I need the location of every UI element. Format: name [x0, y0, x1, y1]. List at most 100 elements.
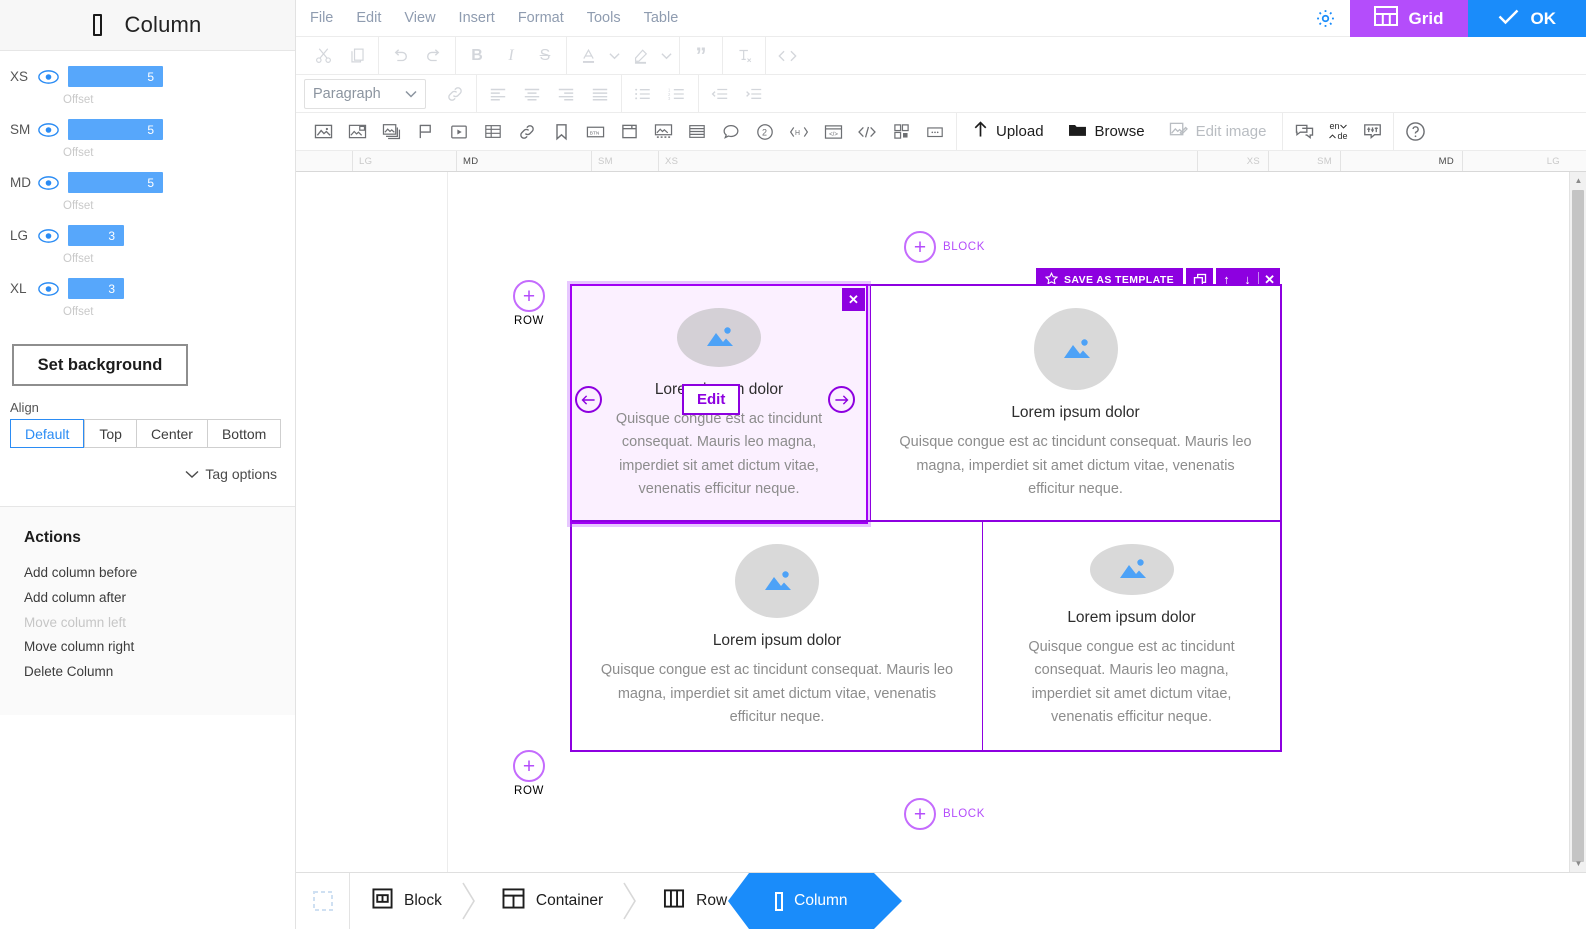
- select-area-icon[interactable]: [296, 873, 350, 929]
- align-right-icon[interactable]: [549, 77, 583, 111]
- action-move-column-right[interactable]: Move column right: [24, 635, 295, 660]
- column-width-slider-xl[interactable]: 3: [68, 278, 124, 299]
- copy-icon[interactable]: [340, 39, 374, 73]
- source-code-icon[interactable]: [770, 39, 804, 73]
- column-width-slider-md[interactable]: 5: [68, 172, 163, 193]
- offset-label-lg[interactable]: Offset: [0, 249, 295, 275]
- image-gallery-icon[interactable]: [340, 115, 374, 149]
- eye-icon[interactable]: [34, 175, 62, 190]
- help-icon[interactable]: [1398, 115, 1432, 149]
- outdent-icon[interactable]: [703, 77, 737, 111]
- ruler-segment-sm-left[interactable]: SM: [592, 151, 659, 171]
- undo-icon[interactable]: [383, 39, 417, 73]
- ruler-segment-sm-right[interactable]: SM: [1269, 151, 1341, 171]
- close-icon[interactable]: ✕: [842, 288, 865, 311]
- action-add-column-after[interactable]: Add column after: [24, 586, 295, 611]
- offset-label-md[interactable]: Offset: [0, 196, 295, 222]
- button-icon[interactable]: BTN: [578, 115, 612, 149]
- scroll-down-icon[interactable]: ▼: [1570, 855, 1586, 872]
- add-row-top-button[interactable]: + ROW: [513, 280, 545, 327]
- language-switch-icon[interactable]: en de: [1321, 115, 1355, 149]
- scroll-up-icon[interactable]: ▲: [1570, 172, 1586, 189]
- menu-edit[interactable]: Edit: [347, 10, 390, 26]
- chevron-down-icon[interactable]: [605, 39, 623, 73]
- column-cell[interactable]: Lorem ipsum dolor Quisque congue est ac …: [572, 522, 982, 750]
- clear-formatting-icon[interactable]: [727, 39, 761, 73]
- text-color-icon[interactable]: [571, 39, 605, 73]
- add-row-bottom-button[interactable]: + ROW: [513, 750, 545, 797]
- offset-label-sm[interactable]: Offset: [0, 143, 295, 169]
- translate-settings-icon[interactable]: [1355, 115, 1389, 149]
- align-option-center[interactable]: Center: [135, 419, 207, 448]
- column-width-slider-lg[interactable]: 3: [68, 225, 124, 246]
- redo-icon[interactable]: [417, 39, 451, 73]
- bullet-list-icon[interactable]: [626, 77, 660, 111]
- highlight-color-icon[interactable]: [623, 39, 657, 73]
- qr-icon[interactable]: [884, 115, 918, 149]
- menu-table[interactable]: Table: [635, 10, 688, 26]
- breadcrumb-item-column[interactable]: Column: [728, 873, 903, 929]
- arrow-right-circle-icon[interactable]: [828, 386, 855, 413]
- indent-icon[interactable]: [737, 77, 771, 111]
- gear-icon[interactable]: [1302, 0, 1350, 37]
- image-stack-icon[interactable]: [374, 115, 408, 149]
- offset-label-xl[interactable]: Offset: [0, 302, 295, 328]
- flag-icon[interactable]: [408, 115, 442, 149]
- align-left-icon[interactable]: [481, 77, 515, 111]
- action-add-column-before[interactable]: Add column before: [24, 561, 295, 586]
- align-justify-icon[interactable]: [583, 77, 617, 111]
- action-delete-column[interactable]: Delete Column: [24, 660, 295, 685]
- media-icon[interactable]: [646, 115, 680, 149]
- column-width-slider-sm[interactable]: 5: [68, 119, 163, 140]
- browse-button[interactable]: Browse: [1056, 115, 1157, 149]
- menu-file[interactable]: File: [301, 10, 342, 26]
- canvas-scrollbar[interactable]: ▲ ▼: [1569, 172, 1586, 872]
- arrow-left-circle-icon[interactable]: [575, 386, 602, 413]
- edit-button[interactable]: Edit: [682, 384, 741, 415]
- menu-format[interactable]: Format: [509, 10, 573, 26]
- align-option-top[interactable]: Top: [84, 419, 136, 448]
- image-icon[interactable]: [306, 115, 340, 149]
- window-icon[interactable]: [612, 115, 646, 149]
- ruler-segment-md-right[interactable]: MD: [1341, 151, 1463, 171]
- chevron-down-icon[interactable]: [657, 39, 675, 73]
- align-center-icon[interactable]: [515, 77, 549, 111]
- align-option-default[interactable]: Default: [10, 419, 85, 448]
- scrollbar-thumb[interactable]: [1572, 190, 1584, 862]
- ruler-segment-xs-right[interactable]: XS: [1198, 151, 1269, 171]
- help-circle-icon[interactable]: 2: [748, 115, 782, 149]
- eye-icon[interactable]: [34, 281, 62, 296]
- table-icon[interactable]: [476, 115, 510, 149]
- breadcrumb-item-block[interactable]: Block: [350, 873, 458, 929]
- comment-icon[interactable]: [714, 115, 748, 149]
- ruler-segment-lg-left[interactable]: LG: [353, 151, 457, 171]
- menu-view[interactable]: View: [395, 10, 444, 26]
- bold-icon[interactable]: B: [460, 39, 494, 73]
- link-icon[interactable]: [438, 77, 472, 111]
- cut-icon[interactable]: [306, 39, 340, 73]
- menu-tools[interactable]: Tools: [578, 10, 630, 26]
- row-container[interactable]: Lorem ipsum dolor Quisque congue est ac …: [567, 281, 1282, 752]
- column-cell[interactable]: Lorem ipsum dolor Quisque congue est ac …: [870, 286, 1280, 522]
- offset-label-xs[interactable]: Offset: [0, 90, 295, 116]
- numbered-list-icon[interactable]: 123: [660, 77, 694, 111]
- video-icon[interactable]: [442, 115, 476, 149]
- ruler-segment-lg-right[interactable]: LG: [1463, 151, 1568, 171]
- ruler-segment-md-left[interactable]: MD: [457, 151, 592, 171]
- grid-button[interactable]: Grid: [1349, 0, 1468, 37]
- blockquote-icon[interactable]: ”: [684, 39, 718, 73]
- breadcrumb-item-container[interactable]: Container: [480, 873, 619, 929]
- ruler-segment-xs[interactable]: XS: [659, 151, 1198, 171]
- translate-chat-icon[interactable]: [1287, 115, 1321, 149]
- column-width-slider-xs[interactable]: 5: [68, 66, 163, 87]
- tag-options-toggle[interactable]: Tag options: [0, 448, 295, 482]
- strikethrough-icon[interactable]: S: [528, 39, 562, 73]
- more-icon[interactable]: [918, 115, 952, 149]
- html-tag-icon[interactable]: H: [782, 115, 816, 149]
- link-icon[interactable]: [510, 115, 544, 149]
- menu-insert[interactable]: Insert: [450, 10, 504, 26]
- column-cell[interactable]: Lorem ipsum dolor Quisque congue est ac …: [982, 522, 1280, 750]
- add-block-bottom-button[interactable]: + BLOCK: [904, 798, 985, 830]
- italic-icon[interactable]: I: [494, 39, 528, 73]
- align-option-bottom[interactable]: Bottom: [206, 419, 282, 448]
